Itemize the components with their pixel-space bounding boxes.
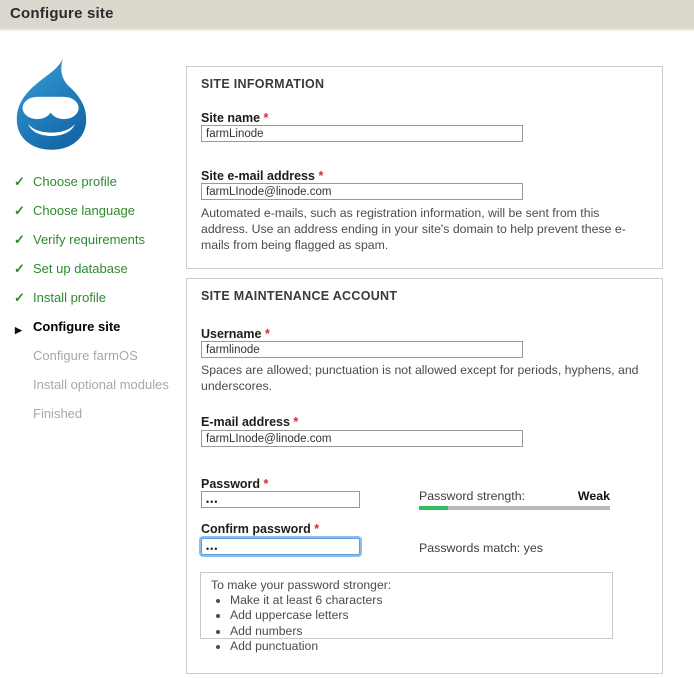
- required-asterisk: *: [318, 169, 323, 183]
- step-label: Verify requirements: [33, 232, 145, 247]
- step-finished: Finished: [14, 406, 184, 435]
- step-set-up-database: ✓ Set up database: [14, 261, 184, 290]
- site-email-input[interactable]: [201, 183, 523, 200]
- account-email-label: E-mail address *: [201, 415, 298, 429]
- required-asterisk: *: [265, 327, 270, 341]
- install-task-list: ✓ Choose profile ✓ Choose language ✓ Ver…: [14, 174, 184, 435]
- step-install-optional-modules: Install optional modules: [14, 377, 184, 406]
- check-icon: ✓: [14, 203, 30, 219]
- step-configure-farmos: Configure farmOS: [14, 348, 184, 377]
- step-label: Choose language: [33, 203, 135, 218]
- username-input[interactable]: [201, 341, 523, 358]
- password-tip: Add uppercase letters: [230, 608, 602, 623]
- step-label: Install optional modules: [33, 377, 169, 392]
- check-icon: ✓: [14, 232, 30, 248]
- site-information-legend: SITE INFORMATION: [201, 77, 324, 91]
- password-strength-bar-fill: [419, 506, 448, 510]
- druplicon-icon: [7, 55, 96, 152]
- drupal-logo: [7, 55, 96, 152]
- step-label: Install profile: [33, 290, 106, 305]
- check-icon: ✓: [14, 290, 30, 306]
- page-header: Configure site: [0, 0, 694, 31]
- step-label: Configure farmOS: [33, 348, 138, 363]
- required-asterisk: *: [264, 111, 269, 125]
- password-tip: Add numbers: [230, 624, 602, 639]
- passwords-match-status: Passwords match: yes: [419, 541, 543, 555]
- required-asterisk: *: [293, 415, 298, 429]
- username-description: Spaces are allowed; punctuation is not a…: [201, 362, 647, 394]
- current-step-arrow-icon: ▶: [15, 322, 31, 338]
- required-asterisk: *: [264, 477, 269, 491]
- password-strength-label: Password strength:: [419, 489, 525, 503]
- confirm-password-input[interactable]: [201, 538, 360, 555]
- site-maintenance-account-section: SITE MAINTENANCE ACCOUNT Username * Spac…: [186, 278, 663, 674]
- site-email-label: Site e-mail address *: [201, 169, 323, 183]
- password-tip: Make it at least 6 characters: [230, 593, 602, 608]
- password-strength-level: Weak: [578, 489, 610, 503]
- step-configure-site: ▶ Configure site: [14, 319, 184, 348]
- check-icon: ✓: [14, 261, 30, 277]
- account-email-input[interactable]: [201, 430, 523, 447]
- step-choose-language: ✓ Choose language: [14, 203, 184, 232]
- check-icon: ✓: [14, 174, 30, 190]
- password-label: Password *: [201, 477, 268, 491]
- password-tips-intro: To make your password stronger:: [211, 578, 602, 592]
- site-email-description: Automated e-mails, such as registration …: [201, 205, 647, 254]
- site-information-section: SITE INFORMATION Site name * Site e-mail…: [186, 66, 663, 269]
- step-verify-requirements: ✓ Verify requirements: [14, 232, 184, 261]
- step-label: Choose profile: [33, 174, 117, 189]
- step-label: Set up database: [33, 261, 128, 276]
- step-label: Configure site: [33, 319, 120, 334]
- step-label: Finished: [33, 406, 82, 421]
- password-input[interactable]: [201, 491, 360, 508]
- site-name-label: Site name *: [201, 111, 268, 125]
- username-label: Username *: [201, 327, 270, 341]
- site-name-input[interactable]: [201, 125, 523, 142]
- password-tips-list: Make it at least 6 characters Add upperc…: [230, 593, 602, 655]
- password-tip: Add punctuation: [230, 639, 602, 654]
- password-strength-indicator: Password strength: Weak: [419, 489, 610, 510]
- drupal-install-page: Configure site ✓ Choose profile ✓ Choose…: [0, 0, 694, 678]
- page-title: Configure site: [10, 5, 114, 22]
- step-choose-profile: ✓ Choose profile: [14, 174, 184, 203]
- password-tips-box: To make your password stronger: Make it …: [200, 572, 613, 639]
- required-asterisk: *: [314, 522, 319, 536]
- password-strength-bar: [419, 506, 610, 510]
- maintenance-account-legend: SITE MAINTENANCE ACCOUNT: [201, 289, 397, 303]
- confirm-password-label: Confirm password *: [201, 522, 319, 536]
- step-install-profile: ✓ Install profile: [14, 290, 184, 319]
